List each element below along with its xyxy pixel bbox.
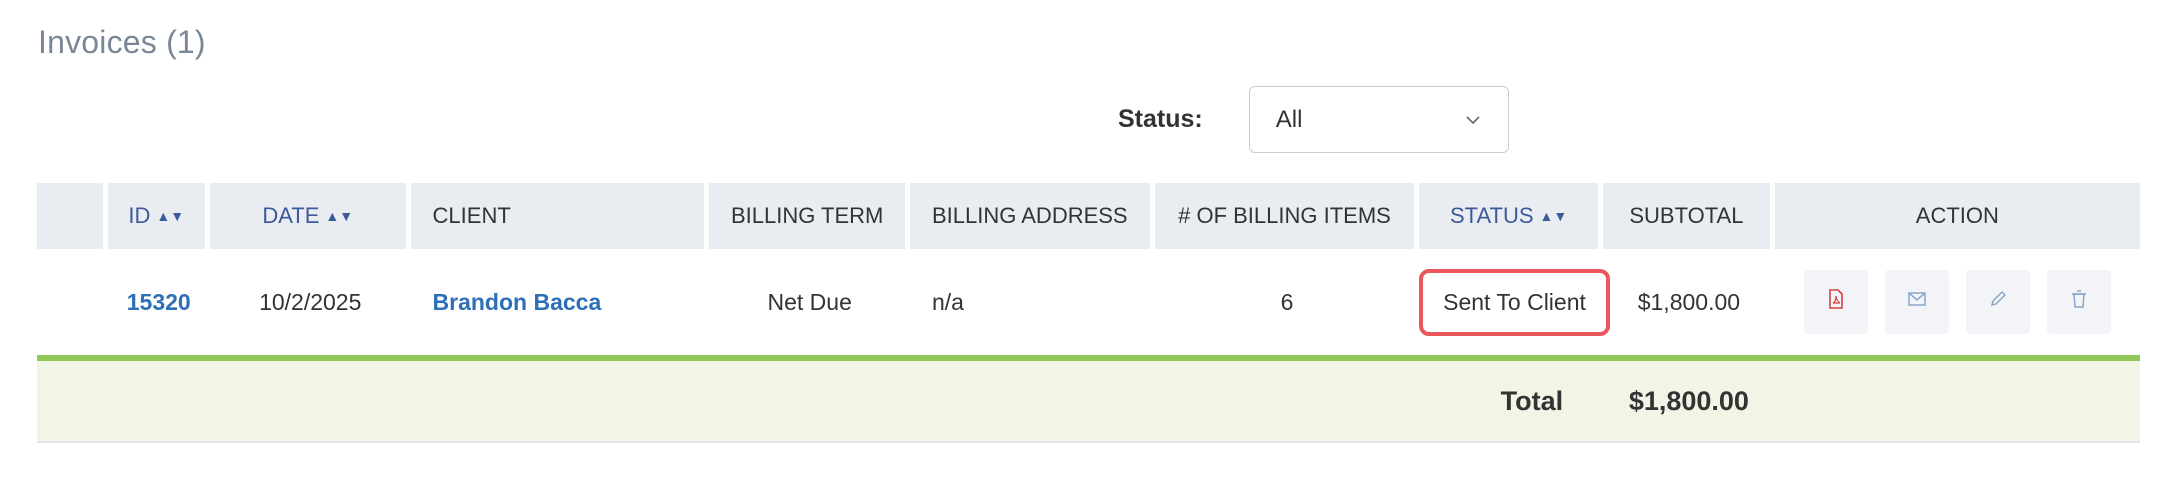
chevron-down-icon	[1464, 111, 1482, 129]
sort-icon: ▲▼	[325, 208, 354, 224]
total-spacer	[37, 361, 1420, 443]
delete-icon	[2068, 288, 2090, 316]
action-cell	[1774, 249, 2140, 361]
total-value: $1,800.00	[1603, 361, 1775, 443]
col-header-client: CLIENT	[410, 183, 710, 249]
table-row: 15320 10/2/2025 Brandon Bacca Net Due n/…	[37, 249, 2140, 361]
status-filter-label: Status:	[1118, 105, 1203, 133]
status-select[interactable]: All	[1248, 86, 1509, 153]
page-title: Invoices (1)	[38, 24, 206, 60]
email-icon	[1906, 288, 1928, 316]
invoice-id-link[interactable]: 15320	[107, 249, 210, 361]
status-filter: Status: All	[1118, 86, 1509, 153]
billing-items-count: 6	[1154, 249, 1420, 361]
invoices-table: ID ▲▼ DATE ▲▼ CLIENT BILLING TERM BILLING …	[37, 183, 2140, 443]
status-cell: Sent To Client	[1419, 249, 1610, 361]
client-link[interactable]: Brandon Bacca	[410, 249, 710, 361]
subtotal: $1,800.00	[1603, 249, 1775, 361]
edit-icon	[1987, 288, 2009, 316]
sort-icon: ▲▼	[156, 208, 185, 224]
row-select-cell	[37, 249, 108, 361]
col-header-billing-term: BILLING TERM	[709, 183, 910, 249]
col-header-action: ACTION	[1774, 183, 2140, 249]
col-header-subtotal: SUBTOTAL	[1603, 183, 1775, 249]
pdf-icon	[1825, 288, 1847, 316]
delete-button[interactable]	[2046, 270, 2111, 334]
download-pdf-button[interactable]	[1803, 270, 1868, 334]
col-header-billing-items: # OF BILLING ITEMS	[1154, 183, 1420, 249]
status-select-value: All	[1275, 105, 1303, 133]
col-header-id[interactable]: ID ▲▼	[107, 183, 210, 249]
col-header-select	[37, 183, 108, 249]
table-header-row: ID ▲▼ DATE ▲▼ CLIENT BILLING TERM BILLING …	[37, 183, 2140, 249]
total-row: Total $1,800.00	[37, 361, 2140, 443]
sort-icon: ▲▼	[1539, 208, 1568, 224]
col-header-status[interactable]: STATUS ▲▼	[1419, 183, 1604, 249]
billing-address: n/a	[909, 249, 1155, 361]
send-email-button[interactable]	[1884, 270, 1949, 334]
status-badge: Sent To Client	[1419, 268, 1610, 336]
invoice-date: 10/2/2025	[209, 249, 411, 361]
total-trailing	[1774, 361, 2140, 443]
col-header-date[interactable]: DATE ▲▼	[209, 183, 411, 249]
billing-term: Net Due	[709, 249, 910, 361]
col-header-billing-address: BILLING ADDRESS	[909, 183, 1155, 249]
total-label: Total	[1419, 361, 1604, 443]
edit-button[interactable]	[1965, 270, 2030, 334]
